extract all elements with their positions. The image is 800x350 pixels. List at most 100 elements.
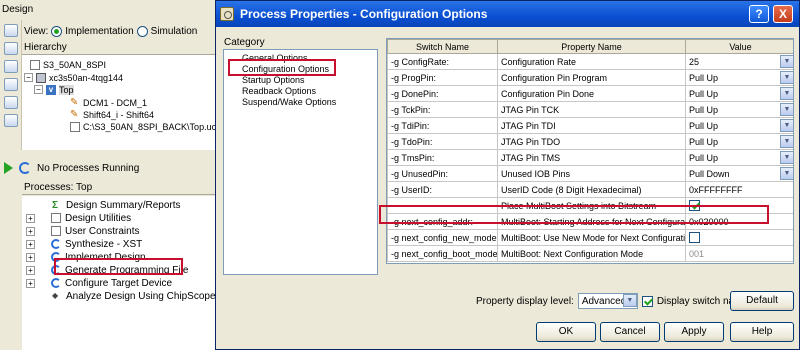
column-header-switch[interactable]: Switch Name: [387, 39, 498, 54]
add-source-icon[interactable]: [4, 42, 18, 55]
property-cell: Configuration Rate: [497, 53, 686, 70]
tree-item[interactable]: S3_50AN_8SPI: [30, 59, 106, 70]
chevron-down-icon[interactable]: ▼: [780, 151, 793, 164]
property-cell: JTAG Pin TCK: [497, 101, 686, 118]
value-dropdown[interactable]: Pull Up ▼: [685, 101, 793, 118]
value-dropdown[interactable]: 25 ▼: [685, 53, 793, 70]
process-properties-dialog: Process Properties - Configuration Optio…: [215, 0, 800, 350]
dialog-titlebar[interactable]: Process Properties - Configuration Optio…: [216, 1, 799, 27]
table-row[interactable]: -g ProgPin: Configuration Pin Program Pu…: [387, 69, 793, 86]
properties-icon[interactable]: [4, 96, 18, 109]
refresh-icon: [51, 239, 61, 249]
property-cell: Unused IOB Pins: [497, 165, 686, 182]
table-row[interactable]: -g UnusedPin: Unused IOB Pins Pull Down ▼: [387, 165, 793, 182]
table-row[interactable]: -g TdiPin: JTAG Pin TDI Pull Up ▼: [387, 117, 793, 134]
table-row[interactable]: -g next_config_boot_mode: MultiBoot: Nex…: [387, 245, 793, 262]
display-level-select[interactable]: Advanced ▼: [577, 293, 638, 309]
process-item[interactable]: + Configure Target Device: [26, 277, 172, 289]
chip-icon: [36, 72, 46, 83]
tree-item-top[interactable]: − v Top: [34, 84, 74, 95]
process-item[interactable]: ◆ Analyze Design Using ChipScope: [52, 290, 216, 302]
switch-cell: -g UserID:: [387, 181, 498, 198]
expand-icon[interactable]: +: [26, 252, 35, 262]
process-item[interactable]: + Synthesize - XST: [26, 238, 142, 250]
chevron-down-icon[interactable]: ▼: [780, 135, 793, 148]
value-dropdown[interactable]: Pull Up ▼: [685, 85, 793, 102]
table-row[interactable]: -g UserID: UserID Code (8 Digit Hexadeci…: [387, 181, 793, 198]
expand-icon[interactable]: +: [26, 265, 35, 275]
table-row[interactable]: -g TdoPin: JTAG Pin TDO Pull Up ▼: [387, 133, 793, 150]
highlight-generate-programming-file: [54, 258, 183, 275]
properties-grid: Switch Name Property Name Value -g Confi…: [386, 38, 794, 264]
process-status: No Processes Running: [0, 160, 230, 176]
help-button[interactable]: Help: [730, 322, 794, 342]
property-cell: JTAG Pin TDO: [497, 133, 686, 150]
module-icon: ✎: [70, 96, 79, 108]
new-source-icon[interactable]: [4, 24, 18, 37]
project-icon: [30, 59, 40, 70]
property-cell: JTAG Pin TDI: [497, 117, 686, 134]
simulation-radio[interactable]: [136, 25, 148, 37]
table-row[interactable]: -g TmsPin: JTAG Pin TMS Pull Up ▼: [387, 149, 793, 166]
status-text: No Processes Running: [37, 162, 140, 174]
table-row[interactable]: -g ConfigRate: Configuration Rate 25 ▼: [387, 53, 793, 70]
chevron-down-icon[interactable]: ▼: [780, 119, 793, 132]
ok-button[interactable]: OK: [536, 322, 596, 342]
hierarchy-header: Hierarchy: [22, 42, 230, 55]
close-icon[interactable]: X: [773, 5, 793, 23]
collapse-icon[interactable]: −: [24, 73, 33, 82]
chevron-down-icon[interactable]: ▼: [780, 87, 793, 100]
value-dropdown[interactable]: Pull Up ▼: [685, 117, 793, 134]
add-copy-icon[interactable]: [4, 60, 18, 73]
chevron-down-icon[interactable]: ▼: [622, 294, 637, 307]
tree-item[interactable]: C:\S3_50AN_8SPI_BACK\Top.ucf: [70, 121, 219, 132]
column-header-value[interactable]: Value: [685, 39, 793, 54]
chevron-down-icon[interactable]: ▼: [780, 103, 793, 116]
category-startup-options[interactable]: Startup Options: [242, 75, 305, 85]
table-row[interactable]: -g next_config_new_mode: MultiBoot: Use …: [387, 229, 793, 246]
value-dropdown[interactable]: Pull Up ▼: [685, 149, 793, 166]
category-label: Category: [224, 37, 265, 48]
chevron-down-icon[interactable]: ▼: [780, 55, 793, 68]
value-dropdown[interactable]: Pull Up ▼: [685, 69, 793, 86]
value-dropdown[interactable]: Pull Down ▼: [685, 165, 793, 182]
refresh-icon: [19, 162, 31, 174]
table-row[interactable]: -g DonePin: Configuration Pin Done Pull …: [387, 85, 793, 102]
implementation-radio[interactable]: [51, 25, 63, 37]
dialog-title: Process Properties - Configuration Optio…: [240, 7, 488, 21]
snapshot-icon[interactable]: [4, 114, 18, 127]
value-input[interactable]: 0xFFFFFFFF: [685, 181, 793, 198]
chevron-down-icon[interactable]: ▼: [780, 71, 793, 84]
run-icon[interactable]: [4, 162, 13, 174]
value-input: 001: [685, 245, 793, 262]
apply-button[interactable]: Apply: [664, 322, 724, 342]
display-switch-names-checkbox[interactable]: [641, 295, 653, 307]
new-mode-checkbox[interactable]: [689, 232, 700, 244]
process-item[interactable]: + User Constraints: [26, 225, 139, 237]
hierarchy-icon[interactable]: [4, 78, 18, 91]
process-item[interactable]: + Design Utilities: [26, 212, 131, 224]
switch-cell: -g TckPin:: [387, 101, 498, 118]
collapse-icon[interactable]: −: [34, 85, 43, 94]
value-dropdown[interactable]: Pull Up ▼: [685, 133, 793, 150]
default-button[interactable]: Default: [730, 291, 794, 311]
process-item[interactable]: Σ Design Summary/Reports: [52, 199, 180, 212]
expand-icon[interactable]: +: [26, 226, 35, 236]
switch-cell: -g ProgPin:: [387, 69, 498, 86]
expand-icon[interactable]: +: [26, 213, 35, 223]
expand-icon[interactable]: +: [26, 278, 35, 288]
help-icon[interactable]: ?: [749, 5, 769, 23]
verilog-icon: v: [46, 84, 56, 95]
expand-icon[interactable]: +: [26, 239, 35, 249]
cancel-button[interactable]: Cancel: [600, 322, 660, 342]
table-row[interactable]: -g TckPin: JTAG Pin TCK Pull Up ▼: [387, 101, 793, 118]
tree-item[interactable]: ✎ DCM1 - DCM_1: [70, 97, 147, 108]
chevron-down-icon[interactable]: ▼: [780, 167, 793, 180]
category-readback-options[interactable]: Readback Options: [242, 86, 316, 96]
column-header-property[interactable]: Property Name: [497, 39, 686, 54]
tree-item[interactable]: − xc3s50an-4tqg144: [24, 72, 123, 83]
category-suspend-wake-options[interactable]: Suspend/Wake Options: [242, 97, 336, 107]
highlight-next-config-addr: [379, 205, 769, 224]
file-icon: [70, 121, 80, 132]
tree-item[interactable]: ✎ Shift64_i - Shift64: [70, 109, 154, 120]
